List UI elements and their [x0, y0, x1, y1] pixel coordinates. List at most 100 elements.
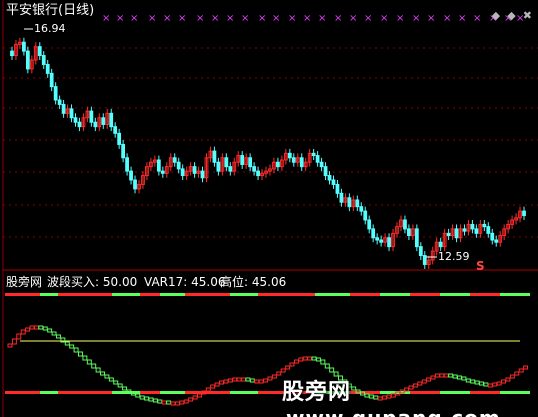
candle-body — [224, 157, 229, 168]
signal-cross-marker: × — [196, 13, 204, 24]
indicator-step — [205, 387, 211, 392]
signal-cross-marker: × — [473, 13, 481, 24]
indicator-step — [161, 400, 167, 405]
indicator-step — [245, 377, 251, 382]
indicator-step — [320, 359, 326, 365]
buy-label: 波段买入: 50.00 — [47, 274, 137, 289]
candle-body — [53, 86, 58, 101]
candle-body — [10, 50, 14, 57]
candle-body — [470, 223, 475, 230]
signal-band-segment — [5, 293, 40, 296]
close-icon[interactable]: ✖ — [523, 9, 532, 22]
signal-band-segment — [440, 293, 470, 296]
chart-window: 平安银行(日线) 16.94 12.59 S × × × × × × × × × × × × × × × × × × × × ×… — [0, 0, 538, 417]
indicator-step — [518, 368, 524, 373]
var17-label: VAR17: 45.06 — [144, 275, 225, 289]
candle-body — [335, 183, 340, 194]
candle-body — [192, 166, 197, 174]
candle-body — [73, 117, 78, 123]
candle-body — [375, 237, 380, 241]
indicator-step — [148, 397, 154, 402]
candle-body — [331, 179, 336, 185]
signal-cross-marker: × — [396, 13, 404, 24]
indicator-step — [144, 396, 150, 401]
diamond-icon[interactable]: ◆ — [492, 9, 500, 22]
signal-band-segment — [470, 293, 500, 296]
high-level-label: 高位: 45.06 — [220, 274, 286, 289]
candle-body — [93, 121, 98, 128]
signal-band-segment — [410, 293, 440, 296]
signal-cross-marker: × — [334, 13, 342, 24]
indicator-step — [91, 363, 97, 369]
signal-cross-marker: × — [258, 13, 266, 24]
signal-cross-marker: × — [364, 13, 372, 24]
candle-body — [113, 126, 118, 134]
signal-cross-marker: × — [380, 13, 388, 24]
signal-cross-marker: × — [178, 13, 186, 24]
signal-band-segment — [380, 293, 410, 296]
candle-body — [172, 157, 177, 163]
candle-body — [403, 219, 407, 230]
indicator-step — [122, 386, 128, 391]
indicator-step — [258, 379, 264, 384]
candle-body — [109, 112, 114, 128]
indicator-step — [223, 379, 229, 384]
signal-cross-marker: × — [130, 13, 138, 24]
chart-canvas: 平安银行(日线) 16.94 12.59 S × × × × × × × × × × × × × × × × × × × × ×… — [2, 0, 538, 417]
signal-cross-marker: × — [288, 13, 296, 24]
indicator-name: 股旁网 — [6, 274, 42, 289]
indicator-step — [11, 338, 17, 345]
indicator-step — [183, 399, 189, 404]
signal-cross-marker: × — [412, 13, 420, 24]
indicator-step — [210, 384, 216, 389]
candle-body — [323, 166, 328, 177]
signal-band-segment — [58, 293, 112, 296]
indicator-step — [188, 397, 194, 402]
diamond-icon[interactable]: ◆ — [507, 9, 515, 22]
indicator-step — [69, 344, 75, 349]
indicator-step — [293, 359, 299, 364]
candle-body — [371, 228, 376, 239]
signal-cross-marker: × — [443, 13, 451, 24]
indicator-step — [139, 395, 145, 400]
signal-band-segment — [40, 391, 58, 394]
indicator-step — [192, 395, 198, 400]
indicator-step — [55, 334, 61, 339]
indicator-step — [236, 377, 242, 382]
candle-body — [49, 72, 54, 88]
candle-body — [125, 157, 129, 172]
candle-body — [89, 110, 94, 123]
indicator-step — [117, 383, 123, 388]
indicator-step — [329, 367, 335, 373]
candle-body — [339, 192, 344, 203]
signal-band-segment — [350, 293, 380, 296]
candle-body — [117, 132, 122, 145]
candle-body — [248, 157, 253, 168]
candle-body — [256, 170, 260, 177]
candle-body — [363, 210, 368, 221]
signal-band-segment — [230, 293, 258, 296]
candle-body — [22, 41, 26, 52]
indicator-step — [157, 399, 163, 404]
candle-body — [45, 63, 50, 74]
signal-cross-marker: × — [163, 13, 171, 24]
candle-body — [252, 166, 256, 172]
indicator-step — [241, 377, 247, 382]
indicator-step — [196, 393, 202, 398]
candle-body — [37, 46, 42, 57]
candle-body — [414, 228, 419, 248]
candle-body — [387, 237, 391, 248]
indicator-step — [100, 371, 106, 376]
signal-band-segment — [140, 293, 160, 296]
candle-body — [156, 159, 161, 172]
indicator-step — [7, 343, 13, 348]
indicator-step — [315, 357, 321, 362]
indicator-step — [86, 359, 92, 365]
indicator-step — [16, 333, 22, 340]
candle-body — [25, 50, 30, 70]
signal-cross-marker: × — [116, 13, 124, 24]
indicator-step — [51, 331, 57, 336]
candle-body — [57, 99, 62, 105]
indicator-step — [219, 380, 224, 385]
signal-band-segment — [500, 293, 530, 296]
